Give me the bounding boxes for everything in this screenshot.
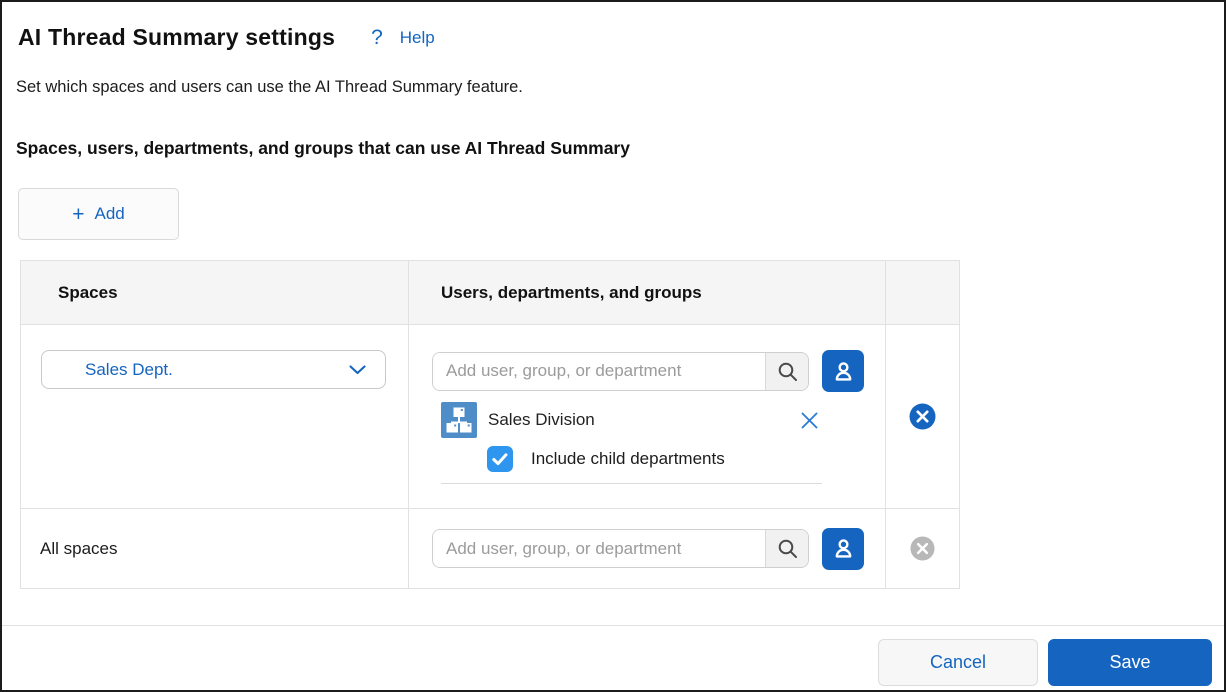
row-actions-cell (885, 325, 959, 508)
permissions-table: Spaces Users, departments, and groups Sa… (20, 260, 960, 589)
search-button[interactable] (765, 353, 808, 390)
page-title: AI Thread Summary settings (18, 24, 335, 51)
checkmark-icon (492, 453, 508, 466)
column-header-spaces: Spaces (21, 261, 408, 324)
page-description: Set which spaces and users can use the A… (16, 78, 523, 97)
users-cell: Sales Division (408, 325, 885, 508)
space-dropdown[interactable]: Sales Dept. (41, 350, 386, 389)
row-actions-cell (885, 509, 959, 588)
chevron-down-icon (349, 365, 366, 375)
users-cell (408, 509, 885, 588)
column-header-users: Users, departments, and groups (408, 261, 885, 324)
select-user-button[interactable] (822, 528, 864, 570)
table-header-row: Spaces Users, departments, and groups (21, 261, 959, 324)
footer-divider (2, 625, 1224, 626)
user-search-group (432, 529, 809, 568)
plus-icon: + (72, 204, 84, 225)
include-child-departments-label: Include child departments (531, 449, 725, 469)
entry-divider (441, 483, 822, 484)
space-cell: Sales Dept. (21, 325, 408, 508)
include-child-departments-checkbox[interactable] (487, 446, 513, 472)
search-icon (776, 360, 799, 383)
select-user-button[interactable] (822, 350, 864, 392)
search-icon (776, 537, 799, 560)
footer: Cancel Save (878, 639, 1212, 686)
header: AI Thread Summary settings ? Help (18, 24, 435, 51)
add-button-label: Add (95, 204, 125, 224)
remove-row-button[interactable] (909, 403, 936, 430)
person-icon (831, 359, 856, 384)
table-row: Sales Dept. (21, 324, 959, 508)
space-dropdown-value: Sales Dept. (85, 360, 173, 380)
help-question-icon[interactable]: ? (371, 26, 383, 50)
remove-row-button-disabled (910, 536, 935, 561)
ai-thread-summary-settings-page: AI Thread Summary settings ? Help Set wh… (0, 0, 1226, 692)
help-link[interactable]: Help (400, 28, 435, 48)
user-search-input[interactable] (433, 530, 765, 567)
save-button[interactable]: Save (1048, 639, 1212, 686)
section-heading: Spaces, users, departments, and groups t… (16, 138, 630, 159)
selected-entry: Sales Division (441, 402, 822, 484)
remove-entry-icon[interactable] (800, 411, 819, 430)
user-search-group (432, 352, 809, 391)
person-icon (831, 536, 856, 561)
user-search-input[interactable] (433, 353, 765, 390)
space-label: All spaces (40, 539, 117, 559)
entry-name: Sales Division (488, 410, 595, 430)
department-icon (441, 402, 477, 438)
cancel-button[interactable]: Cancel (878, 639, 1038, 686)
table-row: All spaces (21, 508, 959, 588)
column-header-actions (885, 261, 959, 324)
space-cell: All spaces (21, 509, 408, 588)
add-button[interactable]: + Add (18, 188, 179, 240)
search-button[interactable] (765, 530, 808, 567)
